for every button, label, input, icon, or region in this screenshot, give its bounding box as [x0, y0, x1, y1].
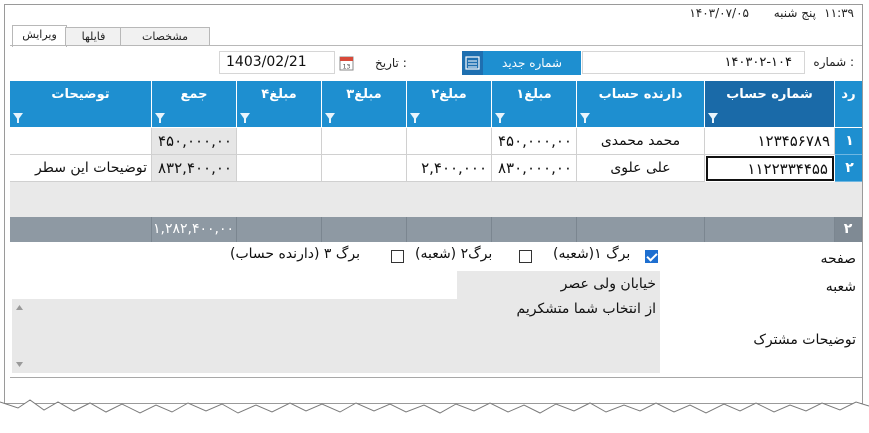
cell-total: ۸۳۲,۴۰۰,۰۰: [152, 155, 237, 182]
checkbox-sheet1-label: برگ ۱(شعبه): [553, 246, 631, 262]
branch-input[interactable]: خیابان ولی عصر: [457, 271, 660, 299]
checkbox-sheet3-label: برگ ۳ (دارنده حساب): [230, 246, 361, 262]
footer-cell: [322, 217, 407, 242]
row-number[interactable]: ۱: [835, 128, 862, 155]
bottom-divider: [10, 377, 862, 378]
current-date: ۱۴۰۳/۰۷/۰۵: [689, 6, 749, 20]
col-header-row[interactable]: رد: [835, 81, 862, 127]
footer-cell: [237, 217, 322, 242]
cell-amount4[interactable]: [237, 128, 322, 155]
weekday: پنج شنبه: [773, 6, 816, 20]
notes-label: توضیحات مشترک: [753, 332, 856, 348]
number-label: : شماره: [813, 55, 854, 69]
app-window: ۱۱:۳۹ پنج شنبه ۱۴۰۳/۰۷/۰۵ ویرایش فایلها …: [4, 4, 863, 404]
filter-icon[interactable]: [410, 113, 420, 123]
cell-account-selected[interactable]: ۱۱۲۲۳۳۴۴۵۵: [706, 156, 834, 181]
tab-strip-divider: [10, 45, 862, 46]
cell-holder[interactable]: محمد محمدی: [577, 128, 705, 155]
col-header-holder[interactable]: دارنده حساب: [577, 81, 704, 127]
grid-empty-area: [10, 182, 862, 217]
notes-value: از انتخاب شما متشکریم: [516, 301, 656, 317]
footer-cell: [492, 217, 577, 242]
checkbox-sheet2-label: برگ۲ (شعبه): [415, 246, 493, 262]
cell-amount2[interactable]: ۲,۴۰۰,۰۰۰: [407, 155, 492, 182]
number-field[interactable]: ۱۴۰۳۰۲-۱۰۴: [582, 51, 805, 74]
col-header-amount1[interactable]: مبلغ۱: [492, 81, 576, 127]
filter-icon[interactable]: [240, 113, 250, 123]
new-number-button[interactable]: شماره جدید: [483, 51, 581, 75]
filter-icon[interactable]: [13, 113, 23, 123]
svg-text:13: 13: [343, 64, 351, 71]
footer-cell: [407, 217, 492, 242]
cell-holder[interactable]: علی علوی: [577, 155, 705, 182]
col-header-amount4[interactable]: مبلغ۴: [237, 81, 321, 127]
tab-files[interactable]: فایلها: [65, 27, 122, 46]
cell-amount3[interactable]: [322, 128, 407, 155]
date-label: : تاریخ: [375, 56, 407, 70]
filter-icon[interactable]: [495, 113, 505, 123]
checkbox-sheet1[interactable]: [645, 250, 658, 263]
notes-scrollbar[interactable]: [14, 301, 25, 371]
tab-properties[interactable]: مشخصات: [120, 27, 210, 46]
checkbox-sheet2[interactable]: [519, 250, 532, 263]
footer-row-count: ۲: [835, 217, 862, 242]
checkbox-sheet3[interactable]: [391, 250, 404, 263]
footer-total: ۱,۲۸۲,۴۰۰,۰۰: [152, 217, 237, 242]
cell-amount1[interactable]: ۸۳۰,۰۰۰,۰۰: [492, 155, 577, 182]
clock: ۱۱:۳۹: [824, 6, 854, 20]
col-header-description[interactable]: توضیحات: [10, 81, 151, 127]
filter-icon[interactable]: [580, 113, 590, 123]
calendar-icon[interactable]: 13: [337, 55, 357, 73]
col-header-amount2[interactable]: مبلغ۲: [407, 81, 491, 127]
cell-description[interactable]: [10, 128, 152, 155]
row-number[interactable]: ۲: [835, 155, 862, 182]
branch-value: خیابان ولی عصر: [560, 276, 656, 292]
filter-icon[interactable]: [708, 113, 718, 123]
date-input[interactable]: 1403/02/21: [219, 51, 335, 74]
notes-textarea[interactable]: از انتخاب شما متشکریم: [12, 299, 660, 373]
col-header-amount3[interactable]: مبلغ۳: [322, 81, 406, 127]
filter-icon[interactable]: [155, 113, 165, 123]
cell-amount1[interactable]: ۴۵۰,۰۰۰,۰۰: [492, 128, 577, 155]
number-value: ۱۴۰۳۰۲-۱۰۴: [724, 55, 792, 70]
col-header-account[interactable]: شماره حساب: [705, 81, 834, 127]
cell-amount2[interactable]: [407, 128, 492, 155]
footer-cell: [705, 217, 835, 242]
filter-icon[interactable]: [325, 113, 335, 123]
cell-amount4[interactable]: [237, 155, 322, 182]
cell-account[interactable]: ۱۲۳۴۵۶۷۸۹: [705, 128, 835, 155]
branch-label: شعبه: [825, 279, 856, 295]
cell-amount3[interactable]: [322, 155, 407, 182]
torn-edge: [0, 390, 869, 429]
col-header-total[interactable]: جمع: [152, 81, 236, 127]
page-label: صفحه: [820, 251, 856, 267]
calculator-icon[interactable]: [462, 51, 483, 75]
footer-cell: [577, 217, 705, 242]
tab-edit[interactable]: ویرایش: [12, 25, 67, 47]
footer-cell: [10, 217, 152, 242]
cell-total: ۴۵۰,۰۰۰,۰۰: [152, 128, 237, 155]
cell-description[interactable]: توضیحات این سطر: [10, 155, 152, 182]
